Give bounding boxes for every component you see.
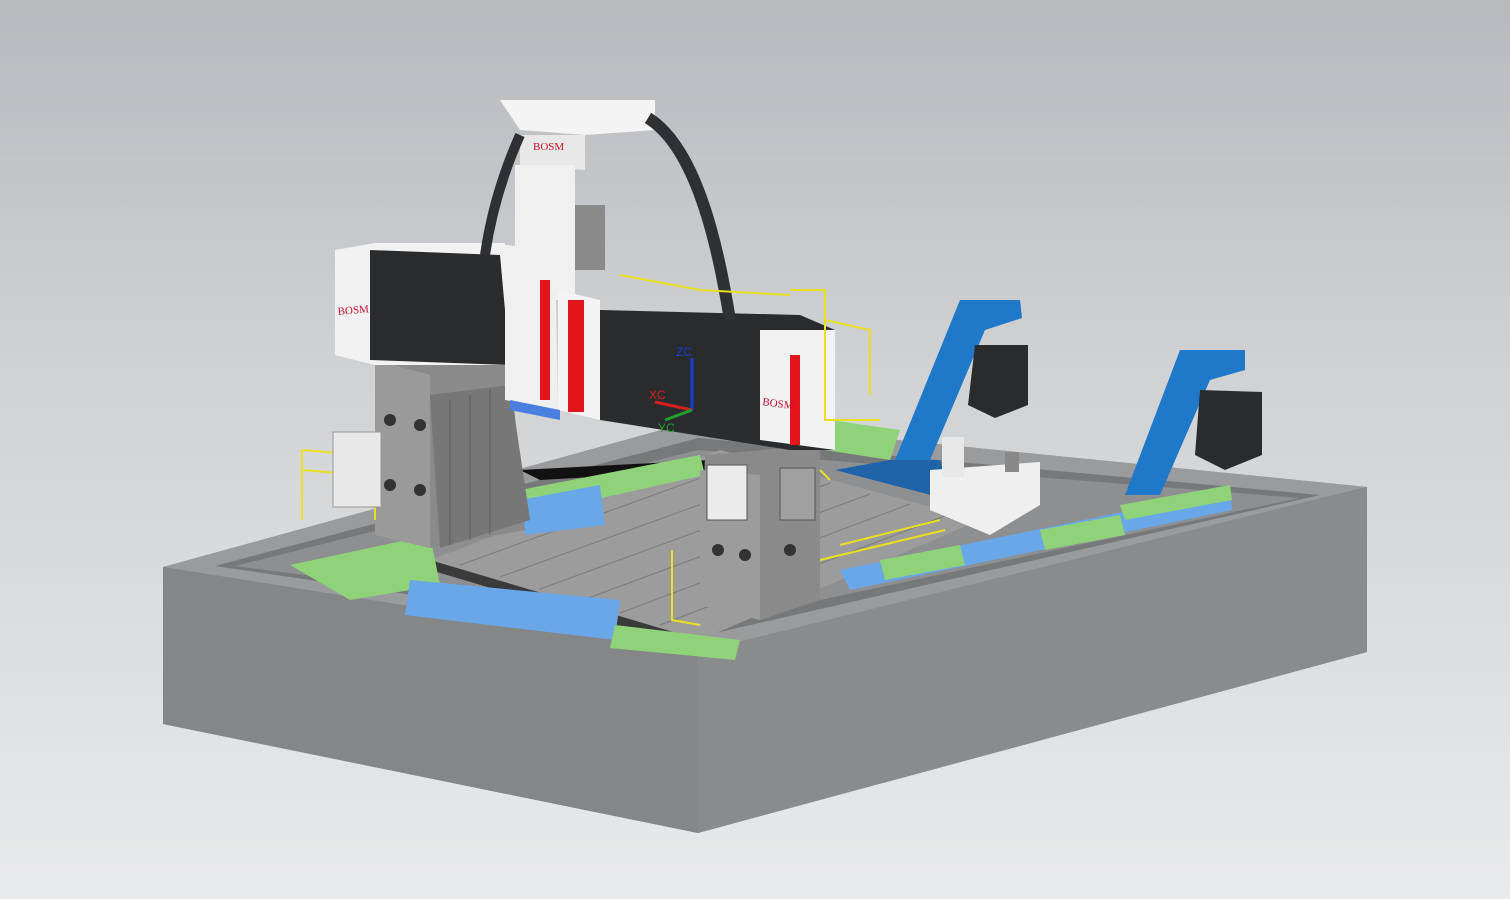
electrical-cabinet (332, 431, 382, 508)
csys-xc-label: XC (649, 388, 666, 402)
csys-zc-label: ZC (676, 345, 692, 359)
machine-scene[interactable]: BOSM BOSM BOSM ZC XC YC (0, 0, 1510, 899)
cad-viewport[interactable]: BOSM BOSM BOSM ZC XC YC (0, 0, 1510, 899)
brand-label-head: BOSM (533, 141, 564, 153)
csys-yc-label: YC (658, 421, 675, 435)
right-column (700, 445, 820, 620)
